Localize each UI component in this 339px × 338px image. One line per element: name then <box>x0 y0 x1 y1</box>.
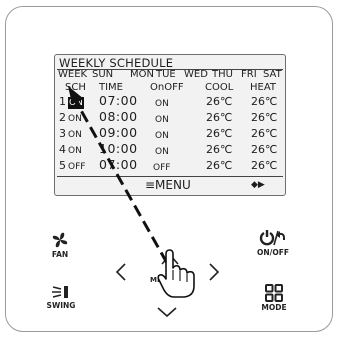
hand-pointer-icon <box>157 249 195 298</box>
